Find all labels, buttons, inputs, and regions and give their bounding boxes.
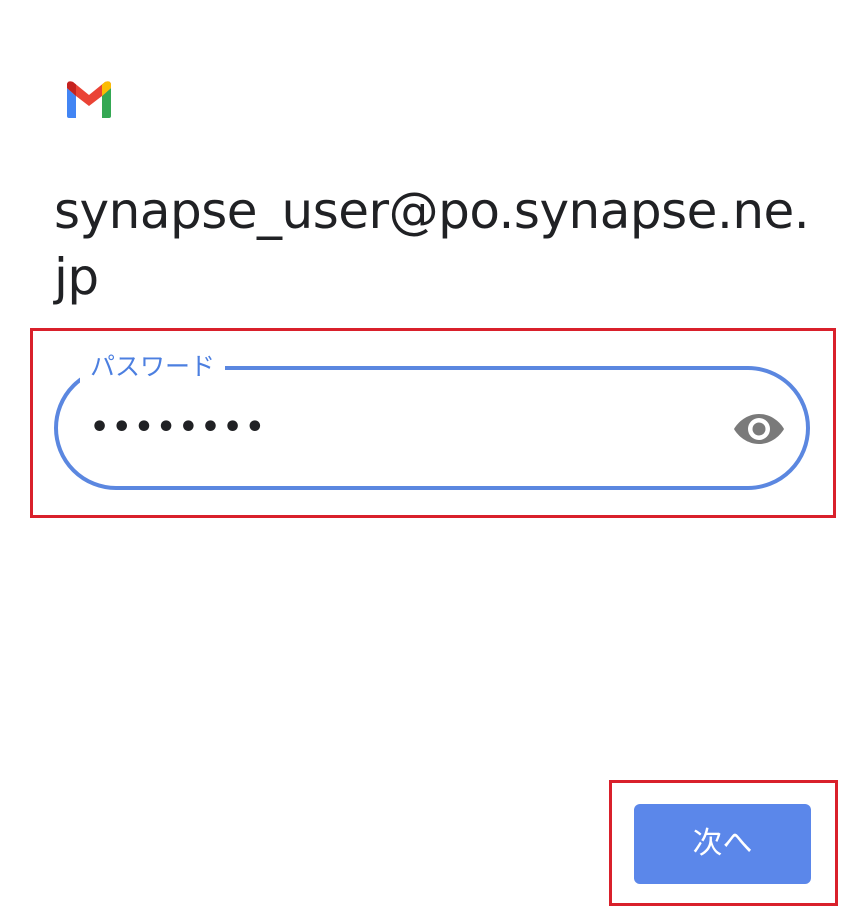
eye-icon[interactable] [733,410,785,448]
password-input-value[interactable]: •••••••• [90,408,267,448]
password-field-label: パスワード [80,350,226,384]
account-email: synapse_user@po.synapse.ne.jp [54,182,810,306]
next-button[interactable]: 次へ [634,804,811,884]
gmail-logo [67,81,111,118]
